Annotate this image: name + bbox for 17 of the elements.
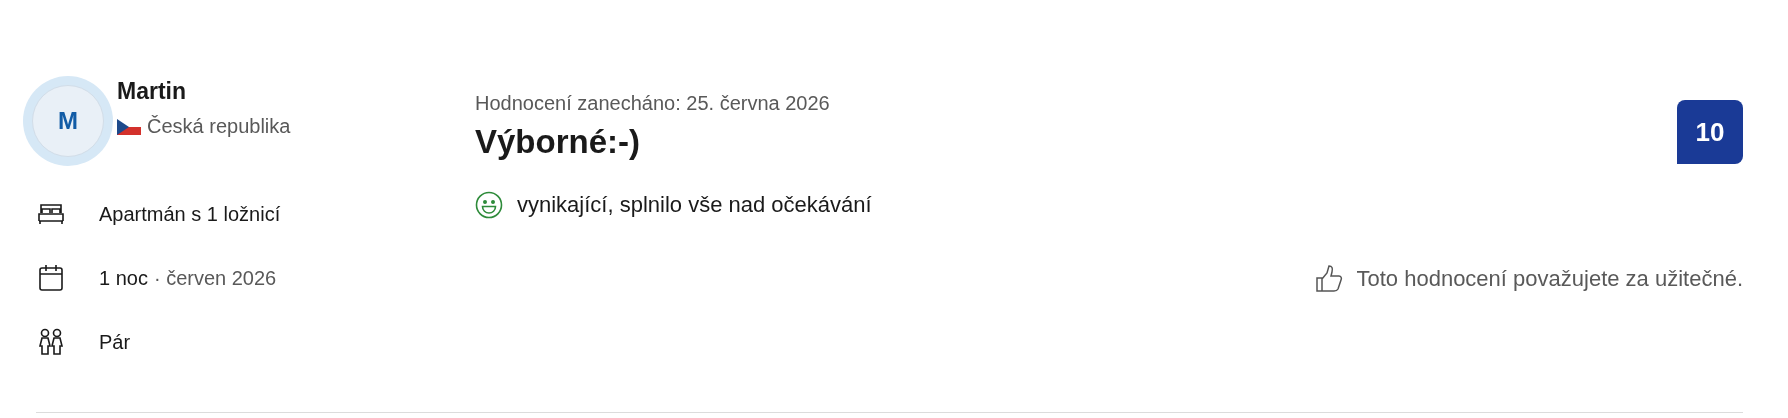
helpful-button[interactable]: Toto hodnocení považujete za užitečné.: [1314, 265, 1743, 293]
review-title: Výborné:-): [475, 123, 640, 161]
calendar-icon: [37, 264, 65, 292]
reviewer-country: Česká republika: [147, 115, 291, 138]
review-date: Hodnocení zanecháno: 25. června 2026: [475, 92, 830, 115]
review-text: vynikající, splnilo vše nad očekávání: [517, 192, 872, 218]
reviewer-name: Martin: [117, 78, 187, 105]
stay-detail: Pár: [99, 330, 131, 354]
avatar: M: [23, 76, 113, 166]
stay-detail: Apartmán s 1 ložnicí: [99, 202, 281, 226]
thumbs-up-icon: [1314, 265, 1343, 293]
people-icon: [37, 328, 65, 356]
smiley-icon: [475, 191, 503, 219]
stay-detail: 1 noc: [99, 266, 148, 290]
score-badge: 10: [1677, 100, 1743, 164]
stay-month: · červen 2026: [153, 266, 277, 290]
flag-icon: [117, 118, 141, 135]
